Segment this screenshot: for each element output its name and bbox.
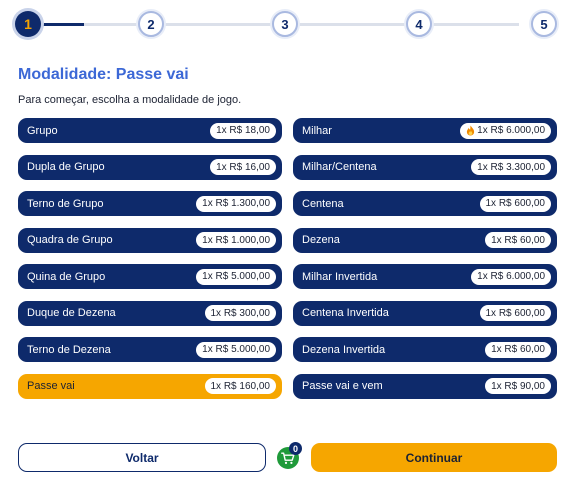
- modality-option-milhar-centena[interactable]: Milhar/Centena 1x R$ 3.300,00: [293, 154, 557, 180]
- step-5: 5: [531, 11, 557, 37]
- modality-option-terno-de-grupo[interactable]: Terno de Grupo 1x R$ 1.300,00: [18, 191, 282, 216]
- step-4: 4: [406, 11, 432, 37]
- cart-count-badge: 0: [289, 442, 302, 455]
- option-price: 1x R$ 600,00: [479, 305, 551, 321]
- option-price: 1x R$ 5.000,00: [196, 268, 276, 285]
- back-button[interactable]: Voltar: [18, 443, 266, 472]
- option-price: 1x R$ 300,00: [204, 305, 276, 321]
- option-price: 1x R$ 1.000,00: [196, 232, 276, 248]
- option-label: Centena: [302, 197, 344, 210]
- modality-option-centena[interactable]: Centena 1x R$ 600,00: [293, 191, 557, 216]
- option-price: 1x R$ 3.300,00: [471, 159, 551, 175]
- option-price: 1x R$ 160,00: [204, 378, 276, 394]
- option-label: Grupo: [27, 124, 58, 137]
- option-label: Passe vai e vem: [302, 380, 383, 392]
- step-2: 2: [138, 11, 164, 37]
- modality-option-milhar[interactable]: Milhar 1x R$ 6.000,00: [293, 118, 557, 143]
- option-price: 1x R$ 60,00: [485, 232, 551, 248]
- modality-option-passe-vai-e-vem[interactable]: Passe vai e vem 1x R$ 90,00: [293, 373, 557, 399]
- modality-option-dezena[interactable]: Dezena 1x R$ 60,00: [293, 227, 557, 253]
- option-label: Milhar Invertida: [302, 270, 378, 283]
- option-label: Quina de Grupo: [27, 270, 106, 283]
- option-label: Passe vai: [27, 380, 75, 392]
- option-price: 1x R$ 6.000,00: [471, 268, 551, 285]
- modality-option-dezena-invertida[interactable]: Dezena Invertida 1x R$ 60,00: [293, 337, 557, 362]
- option-price: 1x R$ 1.300,00: [196, 195, 276, 212]
- option-label: Milhar: [302, 124, 332, 137]
- option-price: 1x R$ 60,00: [485, 341, 551, 358]
- modality-option-duque-de-dezena[interactable]: Duque de Dezena 1x R$ 300,00: [18, 300, 282, 326]
- step-3: 3: [272, 11, 298, 37]
- modality-option-quadra-de-grupo[interactable]: Quadra de Grupo 1x R$ 1.000,00: [18, 227, 282, 253]
- option-label: Duque de Dezena: [27, 307, 116, 319]
- option-label: Quadra de Grupo: [27, 234, 113, 246]
- option-price: 1x R$ 600,00: [479, 195, 551, 212]
- modality-option-milhar-invertida[interactable]: Milhar Invertida 1x R$ 6.000,00: [293, 264, 557, 289]
- modality-option-passe-vai[interactable]: Passe vai 1x R$ 160,00: [18, 373, 282, 399]
- option-price: 1x R$ 5.000,00: [196, 341, 276, 358]
- modality-option-terno-de-dezena[interactable]: Terno de Dezena 1x R$ 5.000,00: [18, 337, 282, 362]
- option-label: Dezena Invertida: [302, 343, 386, 356]
- option-label: Dupla de Grupo: [27, 161, 105, 173]
- option-price: 1x R$ 6.000,00: [477, 125, 545, 136]
- option-label: Centena Invertida: [302, 307, 389, 319]
- step-1: 1: [15, 11, 41, 37]
- option-label: Terno de Grupo: [27, 197, 104, 210]
- progress-stepper: 1 2 3 4 5: [0, 0, 579, 50]
- option-label: Milhar/Centena: [302, 161, 377, 173]
- option-price: 1x R$ 18,00: [210, 122, 276, 139]
- page-title: Modalidade: Passe vai: [18, 66, 189, 83]
- continue-button[interactable]: Continuar: [311, 443, 557, 472]
- option-price: 1x R$ 90,00: [485, 378, 551, 394]
- option-label: Dezena: [302, 234, 340, 246]
- page-subtitle: Para começar, escolha a modalidade de jo…: [18, 94, 242, 106]
- modality-option-grupo[interactable]: Grupo 1x R$ 18,00: [18, 118, 282, 143]
- fire-icon: [467, 125, 475, 136]
- option-label: Terno de Dezena: [27, 343, 111, 356]
- modality-option-centena-invertida[interactable]: Centena Invertida 1x R$ 600,00: [293, 300, 557, 326]
- option-price-badge: 1x R$ 6.000,00: [460, 122, 551, 139]
- modality-option-dupla-de-grupo[interactable]: Dupla de Grupo 1x R$ 16,00: [18, 154, 282, 180]
- option-price: 1x R$ 16,00: [210, 159, 276, 175]
- modality-option-quina-de-grupo[interactable]: Quina de Grupo 1x R$ 5.000,00: [18, 264, 282, 289]
